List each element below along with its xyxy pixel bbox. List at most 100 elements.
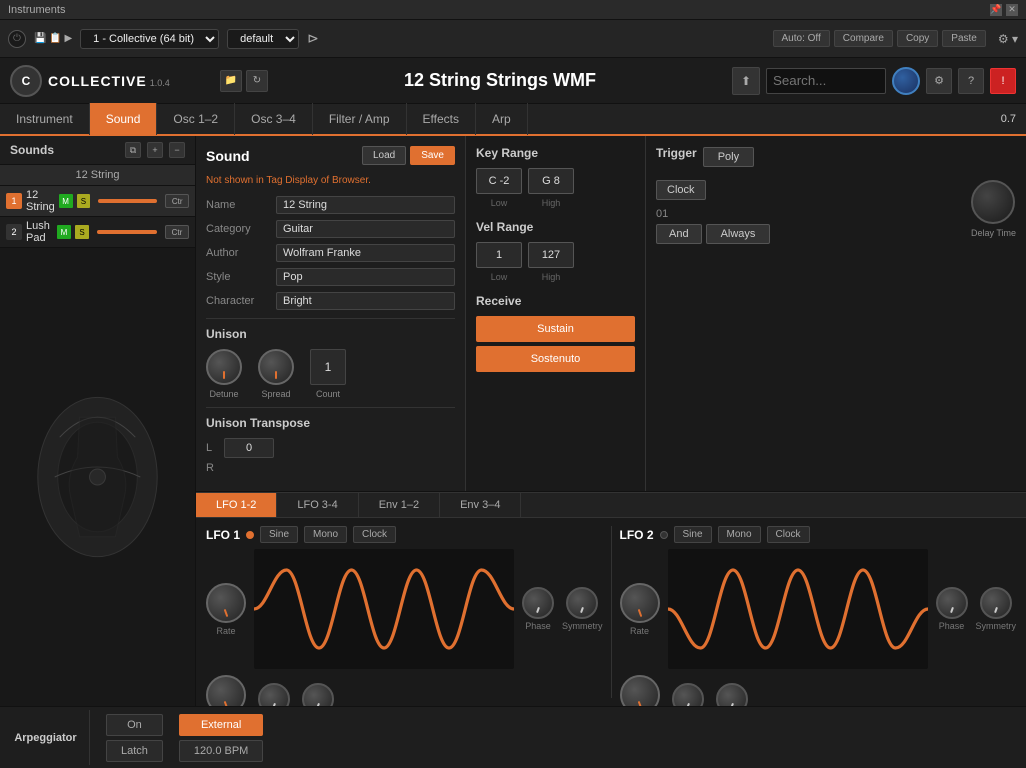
lfo1-sine-btn[interactable]: Sine	[260, 526, 298, 543]
close-button[interactable]: ✕	[1006, 4, 1018, 16]
copy-button[interactable]: Copy	[897, 30, 938, 47]
key-high-box[interactable]: G 8	[528, 168, 574, 194]
always-button[interactable]: Always	[706, 224, 771, 244]
lfo1-rate-knob[interactable]	[206, 583, 246, 623]
lfo1-level-knob[interactable]	[206, 675, 246, 706]
section-title: Sound	[206, 148, 250, 164]
lfo2-symmetry-knob[interactable]	[980, 587, 1012, 619]
export-button[interactable]: ⬆	[732, 67, 760, 95]
lfo2-delay-knob[interactable]	[672, 683, 704, 706]
top-toolbar: ⏻ 💾 📋 ▶ 1 - Collective (64 bit) default …	[0, 20, 1026, 58]
vel-range-labels: Low High	[476, 272, 635, 282]
save-button[interactable]: Save	[410, 146, 455, 165]
sound-slider-1[interactable]	[98, 199, 157, 203]
load-button[interactable]: Load	[362, 146, 406, 165]
lfo2-level-knob[interactable]	[620, 675, 660, 706]
lfo-tab-env34[interactable]: Env 3–4	[440, 493, 521, 517]
tab-arp[interactable]: Arp	[476, 103, 528, 135]
lfo2-clock-btn[interactable]: Clock	[767, 526, 810, 543]
count-input[interactable]	[310, 349, 346, 385]
lfo2-phase-knob[interactable]	[936, 587, 968, 619]
ctr-btn-1[interactable]: Ctr	[165, 194, 189, 208]
name-label: Name	[206, 199, 276, 211]
transpose-l-input[interactable]	[224, 438, 274, 458]
lfo2-fade-knob[interactable]	[716, 683, 748, 706]
sound-num-1: 1	[6, 193, 22, 209]
pin-button[interactable]: 📌	[990, 4, 1002, 16]
lfo2-sine-btn[interactable]: Sine	[674, 526, 712, 543]
lfo-tab-34[interactable]: LFO 3-4	[277, 493, 358, 517]
lfo-tab-12[interactable]: LFO 1-2	[196, 493, 277, 517]
divider-1	[206, 318, 455, 319]
sostenuto-button[interactable]: Sostenuto	[476, 346, 635, 372]
lfo-tabs: LFO 1-2 LFO 3-4 Env 1–2 Env 3–4	[196, 493, 1026, 518]
tab-osc34[interactable]: Osc 3–4	[235, 103, 313, 135]
settings-button[interactable]: ⚙	[926, 68, 952, 94]
sound-item-2[interactable]: 2 Lush Pad M S Ctr	[0, 217, 195, 248]
lfo1-fade-knob[interactable]	[302, 683, 334, 706]
tab-filter-amp[interactable]: Filter / Amp	[313, 103, 407, 135]
sound-slider-2[interactable]	[97, 230, 157, 234]
unison-title: Unison	[206, 327, 455, 341]
lfo1-clock-btn[interactable]: Clock	[353, 526, 396, 543]
lfo2-wave-display	[668, 549, 928, 669]
and-button[interactable]: And	[656, 224, 702, 244]
vel-range-title: Vel Range	[476, 220, 635, 234]
record-button[interactable]: !	[990, 68, 1016, 94]
sounds-add-btn[interactable]: +	[147, 142, 163, 158]
auto-off-label[interactable]: Auto: Off	[773, 30, 830, 47]
lfo1-mono-btn[interactable]: Mono	[304, 526, 347, 543]
mute-btn-1[interactable]: M	[59, 194, 73, 208]
mute-btn-2[interactable]: M	[57, 225, 71, 239]
vel-low-box[interactable]: 1	[476, 242, 522, 268]
spread-knob[interactable]	[258, 349, 294, 385]
instance-select[interactable]: 1 - Collective (64 bit)	[80, 29, 219, 49]
paste-button[interactable]: Paste	[942, 30, 986, 47]
arp-bar: Arpeggiator On Latch External 120.0 BPM	[0, 706, 1026, 768]
lfo1-symmetry-knob[interactable]	[566, 587, 598, 619]
sound-panel: Sound Load Save Not shown in Tag Display…	[196, 136, 1026, 492]
plugin-container: ⏻ 💾 📋 ▶ 1 - Collective (64 bit) default …	[0, 20, 1026, 768]
lfo2-mono-btn[interactable]: Mono	[718, 526, 761, 543]
style-row: Style Pop	[206, 268, 455, 286]
help-button[interactable]: ?	[958, 68, 984, 94]
key-low-box[interactable]: C -2	[476, 168, 522, 194]
power-button[interactable]: ⏻	[8, 30, 26, 48]
poly-button[interactable]: Poly	[703, 147, 754, 167]
sounds-remove-btn[interactable]: −	[169, 142, 185, 158]
detune-knob[interactable]	[206, 349, 242, 385]
tab-instrument[interactable]: Instrument	[0, 103, 90, 135]
compare-button[interactable]: Compare	[834, 30, 893, 47]
tab-osc12[interactable]: Osc 1–2	[157, 103, 235, 135]
lfo-tab-env12[interactable]: Env 1–2	[359, 493, 440, 517]
preset-nav-folder[interactable]: 📁	[220, 70, 242, 92]
arp-bpm-button[interactable]: 120.0 BPM	[179, 740, 263, 762]
ctr-btn-2[interactable]: Ctr	[165, 225, 189, 239]
sound-item-1[interactable]: 1 12 String M S Ctr	[0, 186, 195, 217]
arp-on-button[interactable]: On	[106, 714, 163, 736]
delay-label: Delay Time	[971, 228, 1016, 238]
tab-sound[interactable]: Sound	[90, 103, 158, 135]
sounds-header: Sounds ⧉ + −	[0, 136, 195, 165]
sustain-button[interactable]: Sustain	[476, 316, 635, 342]
preset-nav-refresh[interactable]: ↻	[246, 70, 268, 92]
lfo1-wave-display	[254, 549, 514, 669]
vel-high-box[interactable]: 127	[528, 242, 574, 268]
lfo1-delay-knob[interactable]	[258, 683, 290, 706]
lfo2-rate-knob[interactable]	[620, 583, 660, 623]
blue-knob[interactable]	[892, 67, 920, 95]
arp-latch-button[interactable]: Latch	[106, 740, 163, 762]
arp-external-button[interactable]: External	[179, 714, 263, 736]
clock-button[interactable]: Clock	[656, 180, 706, 200]
preset-select[interactable]: default	[227, 29, 299, 49]
unison-knob-row: Detune Spread Count	[206, 349, 455, 399]
search-input[interactable]	[766, 68, 886, 94]
solo-btn-2[interactable]: S	[75, 225, 89, 239]
spread-label: Spread	[261, 389, 290, 399]
receive-section: Receive Sustain Sostenuto	[476, 294, 635, 376]
tab-effects[interactable]: Effects	[407, 103, 476, 135]
solo-btn-1[interactable]: S	[77, 194, 91, 208]
delay-knob[interactable]	[971, 180, 1015, 224]
lfo1-phase-knob[interactable]	[522, 587, 554, 619]
sounds-copy-btn[interactable]: ⧉	[125, 142, 141, 158]
